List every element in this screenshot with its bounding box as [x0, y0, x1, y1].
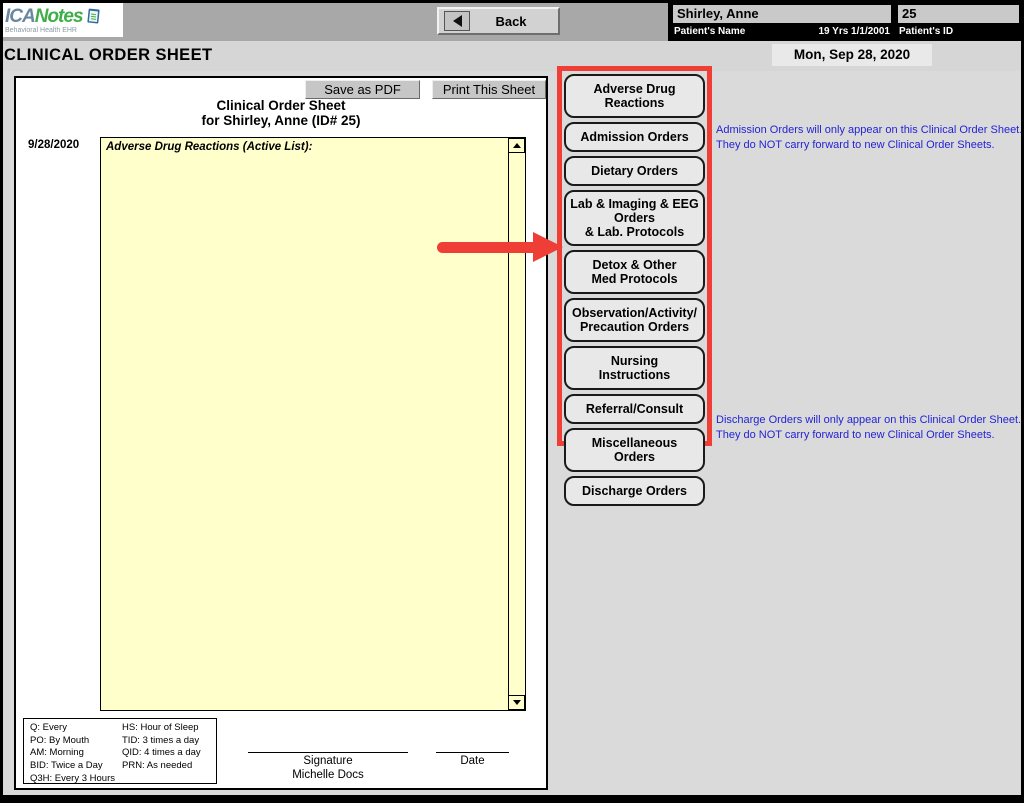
admission-orders-note: Admission Orders will only appear on thi… [716, 123, 1024, 152]
patient-id-label: Patient's ID [899, 26, 953, 37]
scroll-down-icon [513, 700, 521, 705]
scroll-down-button[interactable] [508, 695, 525, 710]
referral-consult-button[interactable]: Referral/Consult [564, 394, 705, 424]
current-date: Mon, Sep 28, 2020 [772, 44, 932, 66]
scroll-up-button[interactable] [508, 138, 525, 153]
signature-label: Signature [248, 755, 408, 767]
order-textarea-content: Adverse Drug Reactions (Active List): [106, 141, 503, 153]
clipboard-icon [85, 8, 101, 24]
top-bar: ICANotes Behavioral Health EHR Back Shir… [3, 3, 1021, 41]
date-line [436, 752, 509, 753]
adverse-drug-reactions-button[interactable]: Adverse Drug Reactions [564, 74, 705, 118]
admission-orders-button[interactable]: Admission Orders [564, 122, 705, 152]
patient-info-strip: Shirley, Anne 25 Patient's Name 19 Yrs 1… [668, 3, 1021, 41]
scroll-up-icon [513, 143, 521, 148]
legend-column-1: Q: Every PO: By Mouth AM: Morning BID: T… [30, 722, 115, 785]
brand-tagline: Behavioral Health EHR [5, 27, 123, 34]
back-button[interactable]: Back [437, 7, 560, 35]
clinical-order-sheet-panel: Save as PDF Print This Sheet Clinical Or… [14, 76, 548, 790]
signature-name: Michelle Docs [248, 769, 408, 781]
discharge-orders-button[interactable]: Discharge Orders [564, 476, 705, 506]
sheet-title-line1: Clinical Order Sheet [16, 98, 546, 113]
back-arrow-icon [444, 11, 470, 31]
app-window: ICANotes Behavioral Health EHR Back Shir… [3, 3, 1021, 795]
order-buttons-panel: Adverse Drug Reactions Admission Orders … [557, 66, 712, 446]
nursing-instructions-button[interactable]: Nursing Instructions [564, 346, 705, 390]
date-label: Date [436, 755, 509, 767]
order-scrollbar[interactable] [508, 138, 525, 710]
miscellaneous-orders-button[interactable]: Miscellaneous Orders [564, 428, 705, 472]
observation-activity-precaution-orders-button[interactable]: Observation/Activity/ Precaution Orders [564, 298, 705, 342]
patient-name-label: Patient's Name [674, 26, 745, 37]
signature-line [248, 752, 408, 753]
patient-age-dob: 19 Yrs 1/1/2001 [773, 26, 890, 37]
order-textarea[interactable]: Adverse Drug Reactions (Active List): [100, 137, 526, 711]
abbreviation-legend: Q: Every PO: By Mouth AM: Morning BID: T… [23, 718, 217, 784]
patient-name-field[interactable]: Shirley, Anne [673, 5, 891, 23]
brand-text-notes: Notes [35, 7, 83, 26]
page-title: CLINICAL ORDER SHEET [4, 46, 212, 65]
title-bar: CLINICAL ORDER SHEET Mon, Sep 28, 2020 [3, 41, 1021, 71]
patient-id-field[interactable]: 25 [898, 5, 1019, 23]
detox-other-med-protocols-button[interactable]: Detox & Other Med Protocols [564, 250, 705, 294]
print-this-sheet-button[interactable]: Print This Sheet [432, 80, 546, 99]
order-entry-date: 9/28/2020 [28, 139, 79, 151]
back-button-label: Back [470, 14, 552, 29]
discharge-orders-note: Discharge Orders will only appear on thi… [716, 413, 1024, 442]
dietary-orders-button[interactable]: Dietary Orders [564, 156, 705, 186]
lab-imaging-eeg-orders-button[interactable]: Lab & Imaging & EEG Orders & Lab. Protoc… [564, 190, 705, 246]
sheet-title-line2: for Shirley, Anne (ID# 25) [16, 113, 546, 128]
brand-text-ica: ICA [5, 7, 35, 26]
save-as-pdf-button[interactable]: Save as PDF [305, 80, 420, 99]
icanotes-logo: ICANotes Behavioral Health EHR [3, 3, 123, 37]
legend-column-2: HS: Hour of Sleep TID: 3 times a day QID… [122, 722, 201, 773]
